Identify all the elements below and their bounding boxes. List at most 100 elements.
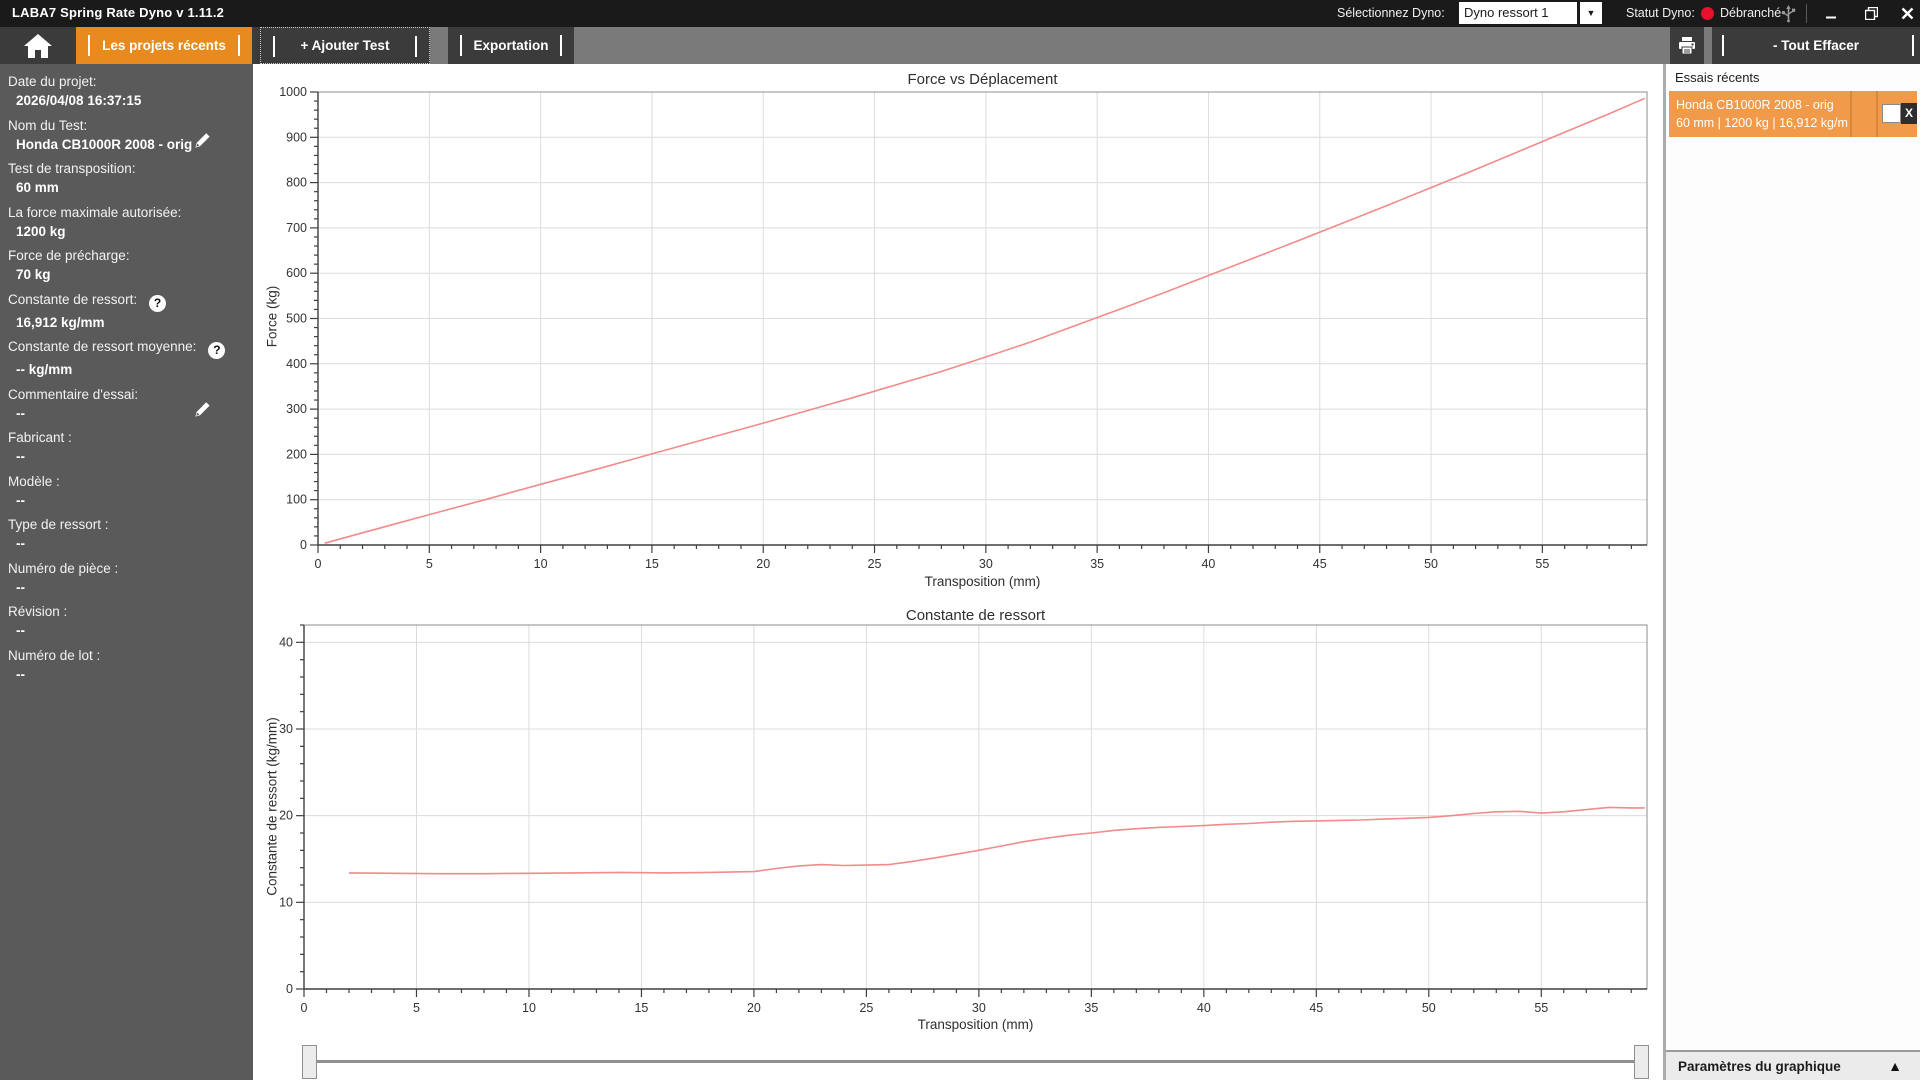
svg-text:10: 10 xyxy=(279,895,293,909)
help-icon[interactable]: ? xyxy=(149,294,167,312)
x-range-slider-left-handle[interactable] xyxy=(302,1045,317,1079)
x-range-slider-right-handle[interactable] xyxy=(1634,1045,1649,1079)
sidebar-field: Constante de ressort moyenne:? -- kg/mm xyxy=(8,338,247,378)
field-value: -- xyxy=(16,492,25,508)
field-label: Numéro de pièce : xyxy=(8,560,119,576)
svg-text:300: 300 xyxy=(286,402,307,416)
svg-text:400: 400 xyxy=(286,357,307,371)
sidebar-field: La force maximale autorisée: 1200 kg xyxy=(8,204,247,240)
tab-les-projets-recents[interactable]: Les projets récents xyxy=(76,27,252,64)
tab-edge-bar xyxy=(460,35,462,56)
minimize-button[interactable] xyxy=(1816,0,1846,27)
field-label: La force maximale autorisée: xyxy=(8,204,182,220)
svg-text:35: 35 xyxy=(1084,1001,1098,1015)
svg-text:25: 25 xyxy=(859,1001,873,1015)
spring-rate-chart: 0 5 10 15 20 25 30 35 40 45 50 55 0 10 20 30 40 xyxy=(279,624,1648,1015)
home-button[interactable] xyxy=(0,27,76,64)
field-label: Nom du Test: xyxy=(8,117,88,133)
field-value: -- xyxy=(16,666,25,682)
print-button[interactable] xyxy=(1670,27,1704,64)
sidebar-field: Force de précharge: 70 kg xyxy=(8,247,247,283)
chart-area: Force vs Déplacement Force (kg) 0 5 10 15 20… xyxy=(253,64,1663,1080)
dyno-select[interactable]: Dyno ressort 1 xyxy=(1459,2,1577,24)
edit-pencil-icon[interactable] xyxy=(194,401,211,422)
sidebar-field: Fabricant : -- xyxy=(8,429,247,465)
field-label: Constante de ressort moyenne:? xyxy=(8,338,247,359)
sidebar-field: Modèle : -- xyxy=(8,473,247,509)
recent-test-text: Honda CB1000R 2008 - orig 60 mm | 1200 k… xyxy=(1676,96,1848,132)
svg-text:45: 45 xyxy=(1313,557,1327,571)
printer-icon xyxy=(1679,36,1695,54)
status-dot-icon xyxy=(1701,7,1714,20)
clear-all-label: - Tout Effacer xyxy=(1772,38,1859,53)
tab-bar: Les projets récents + Ajouter Test Expor… xyxy=(0,27,1920,64)
tab-exportation[interactable]: Exportation xyxy=(448,27,574,64)
recent-test-item[interactable]: Honda CB1000R 2008 - orig 60 mm | 1200 k… xyxy=(1669,91,1917,137)
svg-text:200: 200 xyxy=(286,447,307,461)
field-value: 1200 kg xyxy=(16,223,66,239)
dyno-select-arrow-button[interactable]: ▼ xyxy=(1580,2,1602,24)
field-value: -- xyxy=(16,579,25,595)
field-label: Révision : xyxy=(8,604,68,619)
svg-text:10: 10 xyxy=(522,1001,536,1015)
status-dyno-label: Statut Dyno: xyxy=(1626,6,1695,20)
field-value: -- xyxy=(8,401,247,422)
button-edge-bar xyxy=(1722,35,1724,56)
svg-text:40: 40 xyxy=(279,635,293,649)
tab-label: + Ajouter Test xyxy=(300,38,390,53)
field-label: Type de ressort : xyxy=(8,517,109,532)
svg-text:100: 100 xyxy=(286,493,307,507)
field-label: Test de transposition: xyxy=(8,161,136,176)
restore-button[interactable] xyxy=(1856,0,1886,27)
svg-text:15: 15 xyxy=(645,557,659,571)
graph-settings-bar[interactable]: Paramètres du graphique ▲ xyxy=(1666,1050,1920,1080)
edit-pencil-icon[interactable] xyxy=(194,132,211,153)
restore-icon xyxy=(1864,7,1878,20)
test-info-sidebar: Date du projet: 2026/04/08 16:37:15 Nom du… xyxy=(0,64,253,1080)
svg-text:10: 10 xyxy=(534,557,548,571)
svg-text:50: 50 xyxy=(1424,557,1438,571)
sidebar-field: Test de transposition: 60 mm xyxy=(8,160,247,196)
svg-text:30: 30 xyxy=(972,1001,986,1015)
close-button[interactable] xyxy=(1892,0,1920,27)
tab-edge-bar xyxy=(273,36,275,57)
x-range-slider-track[interactable] xyxy=(310,1060,1640,1063)
remove-test-button[interactable]: X xyxy=(1901,103,1917,124)
svg-text:15: 15 xyxy=(634,1001,648,1015)
sidebar-field: Constante de ressort:? 16,912 kg/mm xyxy=(8,291,247,331)
svg-text:5: 5 xyxy=(413,1001,420,1015)
graph-settings-label: Paramètres du graphique xyxy=(1678,1059,1841,1074)
help-icon[interactable]: ? xyxy=(208,342,226,359)
field-label: Date du projet: xyxy=(8,74,97,89)
clear-all-button[interactable]: - Tout Effacer xyxy=(1712,27,1920,64)
chevron-down-icon: ▼ xyxy=(1586,8,1596,18)
svg-text:5: 5 xyxy=(426,557,433,571)
button-edge-bar xyxy=(1912,35,1914,56)
close-icon xyxy=(1901,7,1913,20)
chevron-up-icon: ▲ xyxy=(1888,1058,1902,1074)
card-separator xyxy=(1876,91,1878,137)
svg-text:30: 30 xyxy=(279,722,293,736)
sidebar-field: Date du projet: 2026/04/08 16:37:15 xyxy=(8,73,247,109)
field-label: Numéro de lot : xyxy=(8,647,101,663)
svg-text:900: 900 xyxy=(286,130,307,144)
test-visibility-checkbox[interactable] xyxy=(1882,104,1901,123)
field-label: Fabricant : xyxy=(8,430,72,445)
sidebar-field: Type de ressort : -- xyxy=(8,516,247,552)
svg-text:500: 500 xyxy=(286,312,307,326)
app-window: LABA7 Spring Rate Dyno v 1.11.2 Sélectio… xyxy=(0,0,1920,1080)
svg-text:55: 55 xyxy=(1534,1001,1548,1015)
card-separator xyxy=(1850,91,1852,137)
tab-ajouter-test[interactable]: + Ajouter Test xyxy=(260,27,430,64)
field-label: Modèle : xyxy=(8,473,60,489)
svg-text:20: 20 xyxy=(756,557,770,571)
tab-edge-bar xyxy=(560,35,562,56)
sidebar-fields: Date du projet: 2026/04/08 16:37:15 Nom du… xyxy=(8,73,247,683)
field-label: Force de précharge: xyxy=(8,248,130,263)
field-value: 70 kg xyxy=(16,267,51,282)
field-value: 2026/04/08 16:37:15 xyxy=(16,93,142,108)
tab-edge-bar xyxy=(88,35,90,56)
svg-text:20: 20 xyxy=(747,1001,761,1015)
field-label: Commentaire d'essai: xyxy=(8,386,139,402)
sidebar-field: Numéro de lot : -- xyxy=(8,647,247,683)
